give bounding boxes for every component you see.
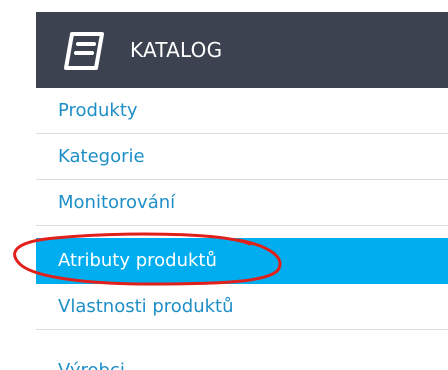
- notebook-icon: [62, 28, 106, 72]
- menu-item-label: Monitorování: [58, 192, 176, 213]
- menu-item-vlastnosti-produktu[interactable]: Vlastnosti produktů: [36, 284, 448, 330]
- menu-title: KATALOG: [130, 38, 223, 62]
- menu-item-kategorie[interactable]: Kategorie: [36, 134, 448, 180]
- menu-item-atributy-produktu[interactable]: Atributy produktů: [36, 238, 448, 284]
- menu-item-label: Kategorie: [58, 146, 145, 167]
- menu-item-vyrobci[interactable]: Výrobci: [36, 340, 448, 370]
- menu-item-produkty[interactable]: Produkty: [36, 88, 448, 134]
- menu-item-label: Výrobci: [58, 360, 125, 370]
- menu-header[interactable]: KATALOG: [36, 12, 448, 88]
- menu-item-label: Vlastnosti produktů: [58, 296, 234, 317]
- menu-item-label: Produkty: [58, 100, 138, 121]
- menu-item-monitorovani[interactable]: Monitorování: [36, 180, 448, 226]
- catalog-menu: KATALOG Produkty Kategorie Monitorování …: [36, 12, 448, 370]
- menu-item-label: Atributy produktů: [58, 250, 217, 271]
